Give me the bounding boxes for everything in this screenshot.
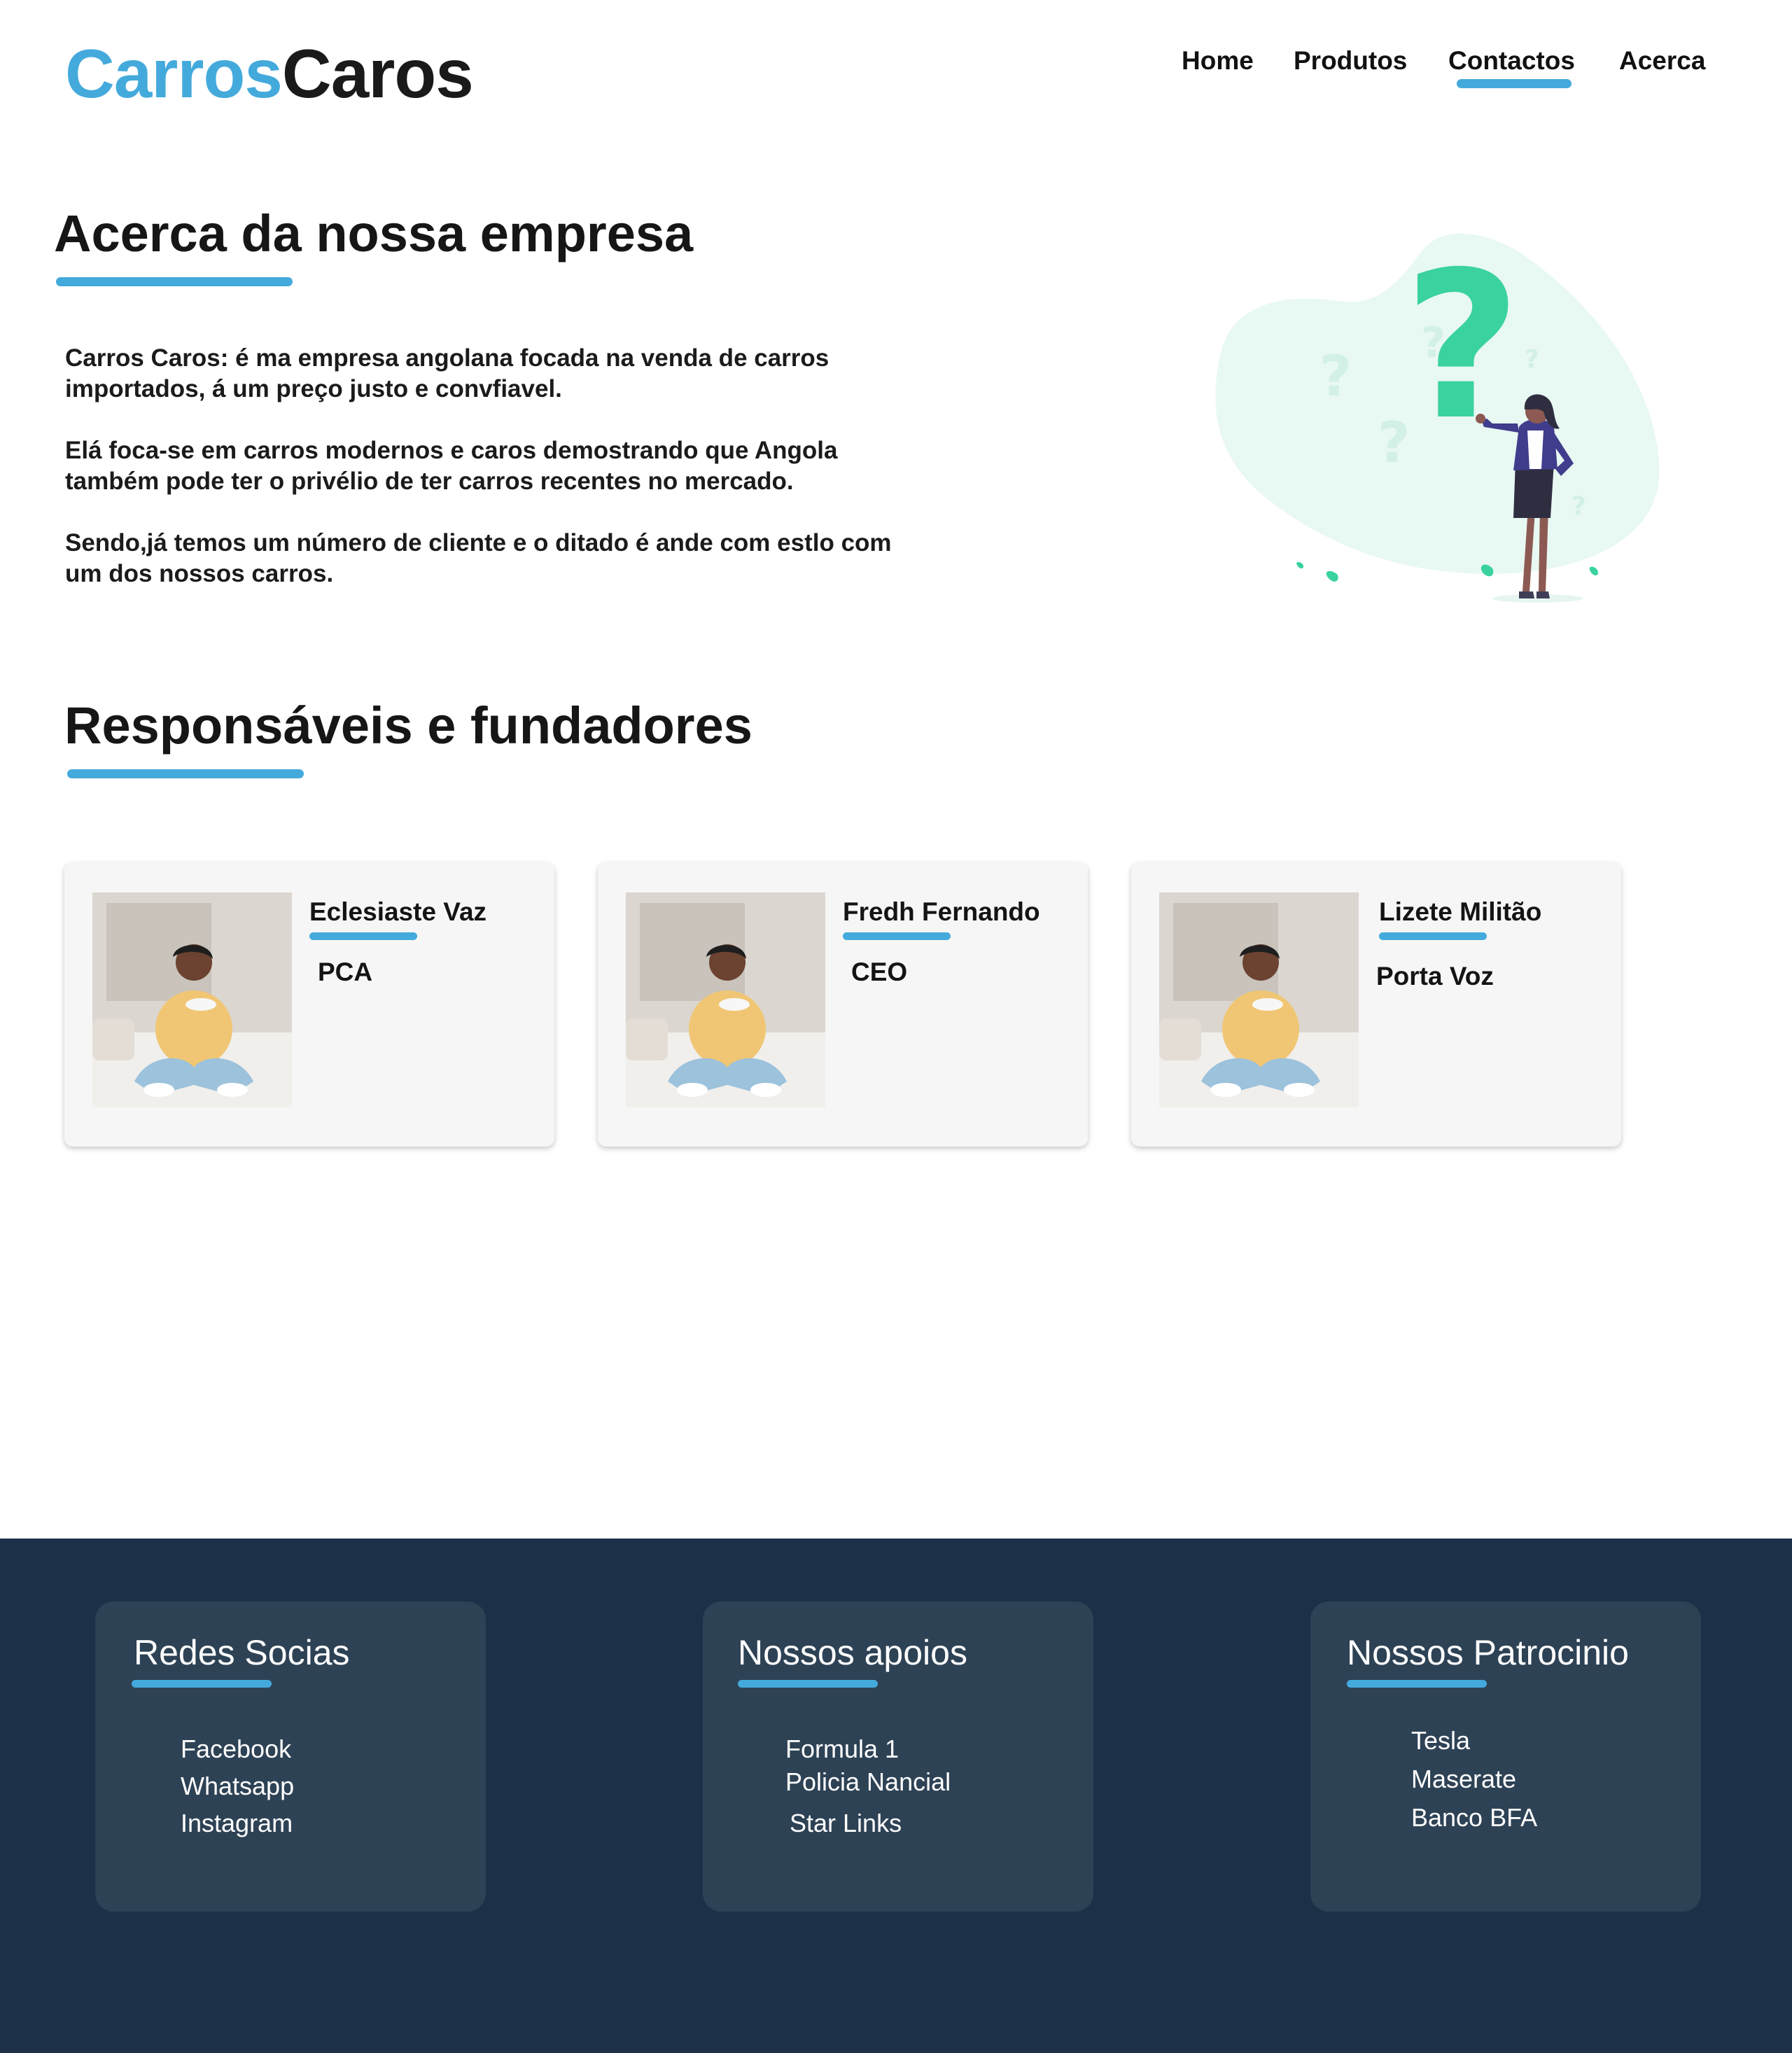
footer-link-facebook[interactable]: Facebook	[181, 1735, 291, 1764]
member-name-underline	[843, 932, 951, 940]
footer-link-bancobfa[interactable]: Banco BFA	[1411, 1803, 1537, 1833]
footer-box-support: Nossos apoios Formula 1 Policia Nancial …	[703, 1602, 1093, 1912]
member-role: PCA	[318, 958, 373, 986]
question-woman-illustration: ? ? ? ? ? ?	[1215, 229, 1660, 603]
nav-acerca[interactable]: Acerca	[1619, 46, 1705, 76]
about-paragraph-2: Elá foca-se em carros modernos e caros d…	[65, 437, 838, 495]
about-text: Carros Caros: é ma empresa angolana foca…	[65, 343, 919, 620]
footer-box-sponsors: Nossos Patrocinio Tesla Maserate Banco B…	[1310, 1602, 1701, 1912]
footer-link-formula1[interactable]: Formula 1	[785, 1735, 899, 1764]
member-photo	[626, 892, 825, 1107]
member-name-underline	[309, 932, 417, 940]
nav-contactos[interactable]: Contactos	[1448, 46, 1575, 76]
team-title-underline	[67, 769, 304, 778]
footer-link-tesla[interactable]: Tesla	[1411, 1726, 1470, 1756]
footer-link-policia[interactable]: Policia Nancial	[785, 1767, 951, 1797]
logo-part-caros: Caros	[281, 35, 474, 112]
svg-text:?: ?	[1525, 345, 1539, 374]
team-card: Fredh Fernando CEO	[598, 862, 1088, 1147]
footer-box-title: Redes Socias	[134, 1633, 350, 1672]
member-role: CEO	[851, 958, 908, 986]
logo-part-carros: Carros	[65, 35, 283, 112]
nav-active-underline	[1457, 79, 1572, 88]
svg-text:?: ?	[1572, 492, 1586, 521]
about-paragraph-1: Carros Caros: é ma empresa angolana foca…	[65, 344, 830, 402]
member-role: Porta Voz	[1376, 962, 1494, 990]
footer-link-instagram[interactable]: Instagram	[181, 1809, 293, 1838]
footer-box-social: Redes Socias Facebook Whatsapp Instagram	[95, 1602, 486, 1912]
member-photo	[1159, 892, 1359, 1107]
site-logo[interactable]: CarrosCaros	[65, 39, 474, 108]
about-title-underline	[56, 277, 293, 286]
footer-link-starlinks[interactable]: Star Links	[790, 1809, 902, 1838]
about-title: Acerca da nossa empresa	[54, 204, 694, 262]
footer-box-underline	[1347, 1680, 1487, 1688]
team-card: Lizete Militão Porta Voz	[1131, 862, 1621, 1147]
footer-box-title: Nossos Patrocinio	[1347, 1633, 1629, 1672]
footer-box-underline	[738, 1680, 878, 1688]
member-name: Eclesiaste Vaz	[309, 897, 487, 926]
member-name-underline	[1379, 932, 1487, 940]
team-title: Responsáveis e fundadores	[64, 696, 752, 755]
footer-link-maserate[interactable]: Maserate	[1411, 1765, 1516, 1794]
nav-produtos[interactable]: Produtos	[1294, 46, 1407, 76]
svg-text:?: ?	[1320, 344, 1352, 409]
footer-box-title: Nossos apoios	[738, 1633, 967, 1672]
member-name: Lizete Militão	[1379, 897, 1542, 926]
member-name: Fredh Fernando	[843, 897, 1040, 926]
nav-home[interactable]: Home	[1182, 46, 1254, 76]
about-paragraph-3: Sendo,já temos um número de cliente e o …	[65, 529, 892, 587]
footer-link-whatsapp[interactable]: Whatsapp	[181, 1772, 294, 1801]
team-card: Eclesiaste Vaz PCA	[64, 862, 554, 1147]
footer-box-underline	[132, 1680, 272, 1688]
member-photo	[92, 892, 292, 1107]
